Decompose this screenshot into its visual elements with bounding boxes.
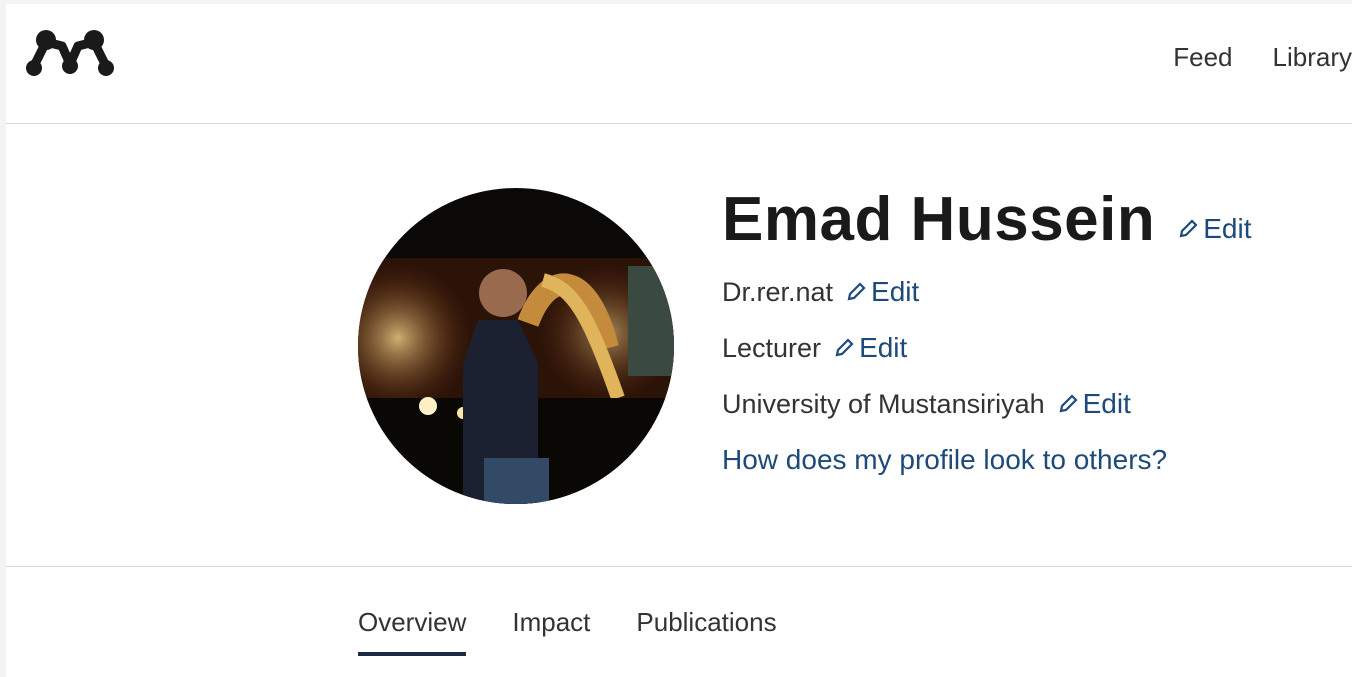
avatar bbox=[358, 188, 674, 504]
profile-info: Emad Hussein Edit Dr.rer.nat Edit Lectur… bbox=[722, 184, 1252, 488]
edit-label: Edit bbox=[859, 332, 908, 363]
pencil-icon bbox=[1179, 219, 1198, 238]
edit-label: Edit bbox=[1082, 388, 1131, 419]
profile-preview-link[interactable]: How does my profile look to others? bbox=[722, 444, 1167, 476]
position-row: Lecturer Edit bbox=[722, 320, 1252, 376]
pencil-icon bbox=[847, 282, 866, 301]
tab-publications[interactable]: Publications bbox=[636, 607, 776, 656]
edit-institution-button[interactable]: Edit bbox=[1057, 388, 1131, 420]
edit-label: Edit bbox=[871, 276, 920, 307]
preview-row: How does my profile look to others? bbox=[722, 432, 1252, 488]
profile-name: Emad Hussein bbox=[722, 185, 1156, 254]
nav-library-link[interactable]: Library bbox=[1273, 42, 1352, 73]
profile-tabs: Overview Impact Publications bbox=[358, 607, 777, 656]
main-nav: Feed Library bbox=[1173, 42, 1352, 73]
institution-row: University of Mustansiriyah Edit bbox=[722, 376, 1252, 432]
top-navigation-bar: Feed Library bbox=[6, 4, 1352, 124]
degree-text: Dr.rer.nat bbox=[722, 276, 834, 307]
profile-page: Feed Library Emad Hussein Edit Dr.rer.na… bbox=[0, 0, 1352, 677]
edit-name-button[interactable]: Edit bbox=[1177, 213, 1252, 245]
tab-overview[interactable]: Overview bbox=[358, 607, 467, 656]
pencil-icon bbox=[835, 338, 854, 357]
mendeley-logo-icon[interactable] bbox=[24, 26, 114, 82]
edit-label: Edit bbox=[1203, 213, 1252, 244]
profile-tabs-bar: Overview Impact Publications bbox=[6, 566, 1352, 656]
position-text: Lecturer bbox=[722, 332, 822, 363]
name-row: Emad Hussein Edit bbox=[722, 184, 1252, 264]
edit-position-button[interactable]: Edit bbox=[833, 332, 907, 364]
tab-impact[interactable]: Impact bbox=[512, 607, 590, 656]
institution-text: University of Mustansiriyah bbox=[722, 388, 1045, 419]
nav-feed-link[interactable]: Feed bbox=[1173, 42, 1232, 73]
degree-row: Dr.rer.nat Edit bbox=[722, 264, 1252, 320]
edit-degree-button[interactable]: Edit bbox=[845, 276, 919, 308]
pencil-icon bbox=[1059, 394, 1078, 413]
